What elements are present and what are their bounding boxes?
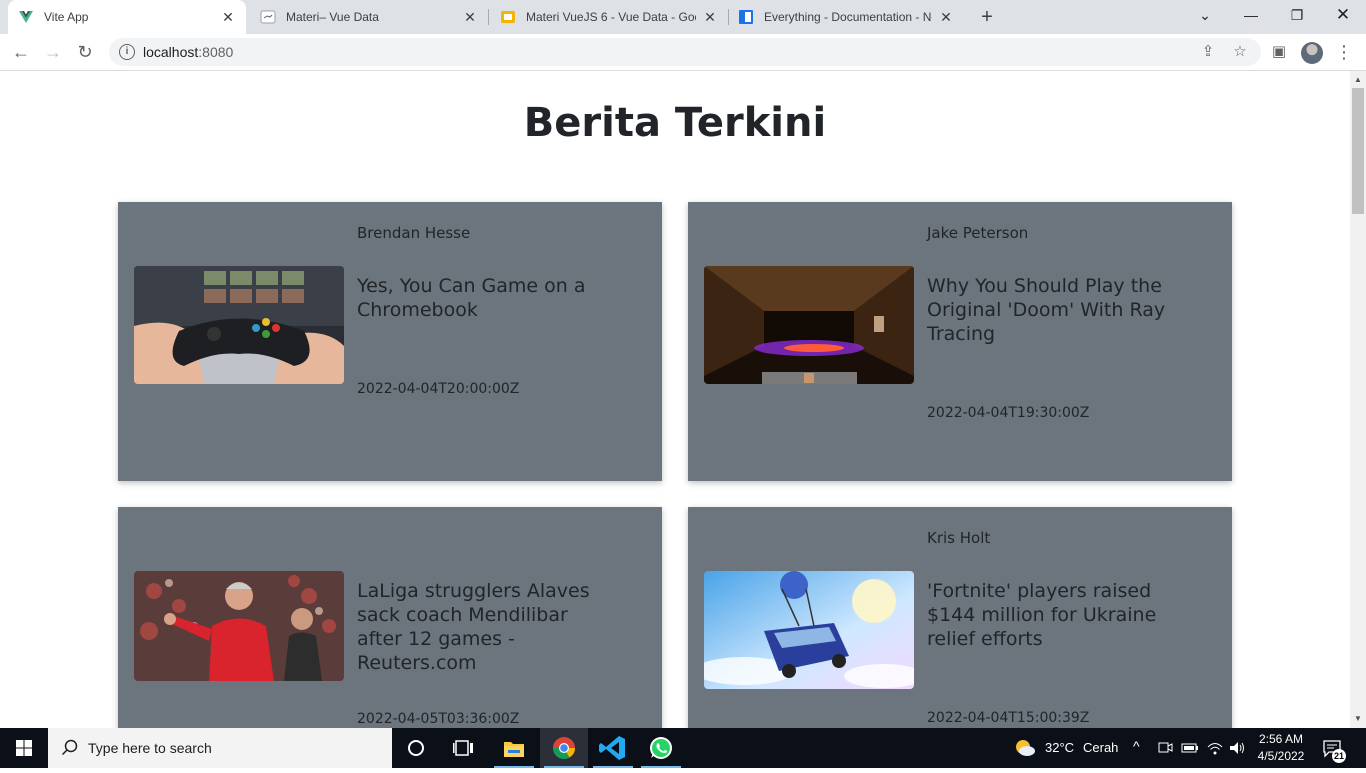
battery-icon[interactable] bbox=[1181, 740, 1199, 756]
tab-vite-app[interactable]: Vite App ✕ bbox=[8, 0, 246, 34]
whatsapp-icon[interactable] bbox=[637, 728, 685, 768]
tab-title: Vite App bbox=[44, 10, 89, 24]
doom-screenshot bbox=[704, 266, 914, 384]
wifi-icon[interactable] bbox=[1206, 739, 1224, 757]
notification-center-button[interactable]: 21 bbox=[1322, 738, 1346, 763]
start-button[interactable] bbox=[0, 728, 48, 768]
tab-documentation[interactable]: Everything - Documentation - Ne ✕ bbox=[728, 0, 964, 34]
coach-photo bbox=[134, 571, 344, 681]
close-tab-icon[interactable]: ✕ bbox=[462, 9, 478, 25]
tab-strip: Vite App ✕ Materi– Vue Data ✕ Materi Vue… bbox=[0, 0, 1366, 34]
news-card[interactable]: Kris Holt 'Fortnite' players raised $144… bbox=[688, 507, 1232, 728]
cortana-icon[interactable] bbox=[392, 728, 440, 768]
page-title: Berita Terkini bbox=[523, 100, 827, 146]
side-panel-icon[interactable]: ▣ bbox=[1267, 40, 1291, 64]
close-window-button[interactable]: ✕ bbox=[1320, 0, 1366, 32]
url-text: localhost:8080 bbox=[143, 44, 234, 60]
docs-icon bbox=[739, 10, 753, 24]
clock-date: 4/5/2022 bbox=[1257, 749, 1305, 763]
article-date: 2022-04-04T19:30:00Z bbox=[927, 405, 1090, 421]
new-tab-button[interactable]: + bbox=[977, 7, 997, 27]
volume-icon[interactable] bbox=[1228, 739, 1246, 757]
notification-count-badge: 21 bbox=[1332, 749, 1346, 763]
page-viewport: Berita Terkini Brendan Hesse Yes, You Ca… bbox=[0, 71, 1350, 728]
vue-logo-icon bbox=[19, 11, 33, 23]
article-author: Jake Peterson bbox=[927, 224, 1029, 242]
file-explorer-icon[interactable] bbox=[490, 728, 538, 768]
browser-toolbar: ← → ↻ i localhost:8080 ⇪ ☆ ▣ ⋮ bbox=[0, 34, 1366, 71]
menu-kebab-icon[interactable]: ⋮ bbox=[1332, 40, 1356, 64]
reload-icon[interactable]: ↻ bbox=[73, 40, 97, 64]
fortnite-bus bbox=[704, 571, 914, 689]
tab-title: Materi– Vue Data bbox=[286, 10, 379, 24]
search-placeholder: Type here to search bbox=[88, 740, 212, 756]
site-info-icon[interactable]: i bbox=[119, 44, 135, 60]
scroll-up-icon[interactable]: ▲ bbox=[1350, 73, 1366, 87]
meet-now-icon[interactable] bbox=[1157, 740, 1173, 756]
forward-arrow-icon[interactable]: → bbox=[41, 40, 65, 64]
scrollbar-thumb[interactable] bbox=[1352, 88, 1364, 214]
slides-icon bbox=[501, 11, 515, 23]
show-hidden-icons-icon[interactable]: ^ bbox=[1133, 738, 1140, 754]
weather-condition[interactable]: Cerah bbox=[1083, 740, 1118, 755]
tab-title: Materi VueJS 6 - Vue Data - Goo bbox=[526, 10, 696, 24]
article-date: 2022-04-04T15:00:39Z bbox=[927, 710, 1090, 726]
page-favicon-icon bbox=[260, 10, 276, 24]
article-date: 2022-04-04T20:00:00Z bbox=[357, 381, 520, 397]
news-card[interactable]: Brendan Hesse Yes, You Can Game on a Chr… bbox=[118, 202, 662, 481]
tab-search-icon[interactable]: ⌄ bbox=[1182, 0, 1228, 32]
search-icon bbox=[61, 739, 78, 756]
minimize-button[interactable]: — bbox=[1228, 0, 1274, 32]
close-tab-icon[interactable]: ✕ bbox=[938, 9, 954, 25]
tab-separator bbox=[488, 9, 489, 25]
gamepad-photo bbox=[134, 266, 344, 384]
weather-temperature[interactable]: 32°C bbox=[1045, 740, 1074, 755]
scroll-down-icon[interactable]: ▼ bbox=[1350, 712, 1366, 726]
tab-google-slides[interactable]: Materi VueJS 6 - Vue Data - Goo ✕ bbox=[490, 0, 728, 34]
article-headline[interactable]: 'Fortnite' players raised $144 million f… bbox=[927, 579, 1177, 651]
news-card[interactable]: Jake Peterson Why You Should Play the Or… bbox=[688, 202, 1232, 481]
chrome-icon[interactable] bbox=[540, 728, 588, 768]
system-clock[interactable]: 2:56 AM 4/5/2022 bbox=[1252, 731, 1310, 765]
tab-title: Everything - Documentation - Ne bbox=[764, 10, 932, 24]
close-tab-icon[interactable]: ✕ bbox=[702, 9, 718, 25]
weather-partly-sunny-icon[interactable] bbox=[1014, 738, 1036, 758]
article-author: Kris Holt bbox=[927, 529, 991, 547]
clock-time: 2:56 AM bbox=[1258, 732, 1304, 746]
windows-taskbar: Type here to search 32°C Cerah ^ 2:56 AM… bbox=[0, 728, 1366, 768]
news-card[interactable]: LaLiga strugglers Alaves sack coach Mend… bbox=[118, 507, 662, 728]
share-icon[interactable]: ⇪ bbox=[1196, 40, 1220, 64]
task-view-icon[interactable] bbox=[440, 728, 488, 768]
article-headline[interactable]: LaLiga strugglers Alaves sack coach Mend… bbox=[357, 579, 607, 675]
profile-avatar[interactable] bbox=[1301, 42, 1323, 64]
article-date: 2022-04-05T03:36:00Z bbox=[357, 711, 520, 727]
vscode-icon[interactable] bbox=[589, 728, 637, 768]
back-arrow-icon[interactable]: ← bbox=[9, 40, 33, 64]
restore-button[interactable]: ❐ bbox=[1274, 0, 1320, 32]
taskbar-search-input[interactable]: Type here to search bbox=[48, 728, 392, 768]
windows-logo-icon bbox=[16, 740, 32, 756]
address-bar[interactable]: i localhost:8080 bbox=[109, 38, 1261, 66]
bookmark-star-icon[interactable]: ☆ bbox=[1228, 40, 1252, 64]
close-tab-icon[interactable]: ✕ bbox=[220, 9, 236, 25]
article-author: Brendan Hesse bbox=[357, 224, 471, 242]
tab-materi-vue-data[interactable]: Materi– Vue Data ✕ bbox=[250, 0, 488, 34]
article-headline[interactable]: Yes, You Can Game on a Chromebook bbox=[357, 274, 607, 322]
page-scrollbar[interactable]: ▲ ▼ bbox=[1350, 71, 1366, 728]
article-headline[interactable]: Why You Should Play the Original 'Doom' … bbox=[927, 274, 1177, 346]
